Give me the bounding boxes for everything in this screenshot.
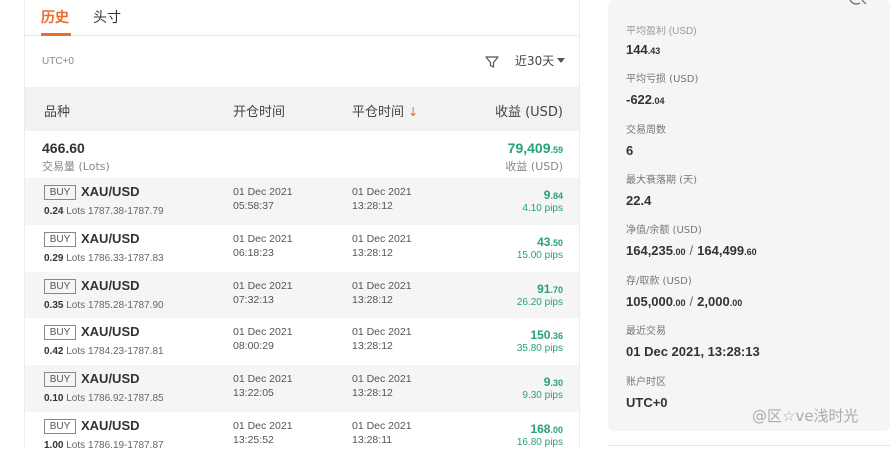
avg-profit-label: 平均盈利 (USD) [626, 26, 697, 37]
stat-last-trade: 最近交易 01 Dec 2021, 13:28:13 [626, 322, 760, 359]
search-icon[interactable] [848, 0, 868, 6]
table-row[interactable]: BUY XAU/USD 0.35 Lots 1785.28-1787.90 01… [25, 271, 579, 319]
lots-info: 0.35 Lots 1785.28-1787.90 [44, 299, 164, 311]
symbol: XAU/USD [81, 417, 140, 433]
table-row[interactable]: BUY XAU/USD 0.29 Lots 1786.33-1787.83 01… [25, 224, 579, 272]
trade-weeks-label: 交易周数 [626, 125, 666, 136]
open-time: 01 Dec 2021 13:25:52 [233, 419, 293, 446]
stat-equity-balance: 净值/余额 (USD) 164,235.00/164,499.60 [626, 221, 757, 258]
account-timezone-value: UTC+0 [626, 395, 668, 410]
tab-size[interactable]: 头寸 [93, 7, 121, 27]
open-time: 01 Dec 2021 13:22:05 [233, 373, 293, 400]
trade-pips: 9.30 pips [522, 390, 563, 402]
symbol: XAU/USD [81, 230, 140, 246]
trade-pips: 4.10 pips [522, 203, 563, 214]
deposit-withdraw-value: 105,000.00/2,000.00 [626, 294, 743, 309]
stat-avg-profit: 144.43 [626, 42, 660, 57]
col-close-time[interactable]: 平仓时间 ↓ [352, 101, 418, 120]
trade-pips: 16.80 pips [516, 436, 563, 448]
trade-weeks-value: 6 [626, 143, 634, 158]
close-time: 01 Dec 2021 13:28:12 [352, 186, 412, 212]
lots-info: 0.24 Lots 1787.38-1787.79 [44, 206, 164, 217]
trade-profit: 9.84 [543, 188, 563, 202]
lots-info: 1.00 Lots 1786.19-1787.87 [44, 439, 164, 449]
col-symbol: 品种 [44, 105, 71, 120]
filter-icon[interactable] [484, 54, 500, 70]
timezone-label: UTC+0 [42, 56, 74, 67]
side-badge: BUY [44, 231, 76, 247]
total-profit: 79,409.59 [507, 140, 563, 156]
side-badge: BUY [44, 278, 76, 294]
avg-loss-value: -622.04 [626, 92, 665, 107]
period-label: 近30天 [515, 54, 555, 68]
avg-profit-value: 144.43 [626, 42, 661, 57]
deposit-withdraw-label: 存/取款 (USD) [626, 276, 692, 287]
filter-row: UTC+0 近30天 [25, 36, 579, 86]
trade-profit: 43.50 [537, 234, 563, 249]
table-row[interactable]: BUY XAU/USD 0.10 Lots 1786.92-1787.85 01… [25, 365, 579, 412]
table-row[interactable]: BUY XAU/USD 0.42 Lots 1784.23-1787.81 01… [25, 318, 579, 366]
stat-max-drawdown: 最大衰落期 (天) 22.4 [626, 171, 697, 208]
trade-profit: 150.36 [530, 328, 563, 343]
stat-account-timezone: 账户时区 UTC+0 [626, 373, 668, 410]
trade-profit: 168.00 [530, 421, 563, 436]
lots-info: 0.42 Lots 1784.23-1787.81 [44, 346, 164, 358]
divider [608, 445, 890, 449]
summary-row: 466.60 交易量 (Lots) 79,409.59 收益 (USD) [25, 131, 579, 178]
close-time: 01 Dec 2021 13:28:12 [352, 373, 412, 400]
total-profit-label: 收益 (USD) [505, 160, 563, 173]
period-dropdown[interactable]: 近30天 [515, 52, 566, 69]
table-header: 品种 开仓时间 平仓时间 ↓ 收益 (USD) [25, 87, 579, 131]
equity-balance-label: 净值/余额 (USD) [626, 225, 702, 236]
open-time: 01 Dec 2021 06:18:23 [233, 232, 293, 259]
trade-pips: 35.80 pips [516, 343, 563, 355]
open-time: 01 Dec 2021 08:00:29 [233, 326, 293, 353]
trade-pips: 15.00 pips [516, 249, 563, 261]
avg-loss-label: 平均亏损 (USD) [626, 74, 699, 85]
stat-trade-weeks: 交易周数 6 [626, 121, 666, 158]
account-timezone-label: 账户时区 [626, 377, 666, 388]
chevron-down-icon [557, 58, 566, 63]
last-trade-label: 最近交易 [626, 326, 666, 337]
watermark: @区☆ve浅时光 [752, 407, 859, 425]
table-row[interactable]: BUY XAU/USD 1.00 Lots 1786.19-1787.87 01… [25, 411, 579, 449]
symbol: XAU/USD [81, 324, 140, 340]
account-stats-panel: 平均盈利 (USD) 144.43 平均亏损 (USD) -622.04 交易周… [608, 0, 890, 431]
lots-info: 0.29 Lots 1786.33-1787.83 [44, 252, 164, 264]
tab-history[interactable]: 历史 [41, 7, 69, 27]
total-volume-label: 交易量 (Lots) [42, 160, 110, 173]
close-time: 01 Dec 2021 13:28:12 [352, 279, 412, 306]
side-badge: BUY [44, 372, 76, 388]
close-time: 01 Dec 2021 13:28:12 [352, 326, 412, 353]
arrow-down-icon: ↓ [408, 105, 419, 119]
lots-info: 0.10 Lots 1786.92-1787.85 [44, 393, 164, 405]
max-drawdown-label: 最大衰落期 (天) [626, 175, 697, 186]
side-badge: BUY [44, 185, 76, 200]
side-badge: BUY [44, 418, 76, 434]
total-volume: 466.60 [42, 140, 85, 156]
symbol: XAU/USD [81, 371, 140, 387]
side-badge: BUY [44, 325, 76, 341]
close-time: 01 Dec 2021 13:28:12 [352, 232, 412, 259]
trade-profit: 9.30 [543, 375, 563, 390]
col-open-time[interactable]: 开仓时间 [233, 101, 285, 120]
open-time: 01 Dec 2021 05:58:37 [233, 186, 293, 212]
close-time: 01 Dec 2021 13:28:11 [352, 419, 412, 446]
table-row[interactable]: BUY XAU/USD 0.24 Lots 1787.38-1787.79 01… [25, 178, 579, 225]
symbol: XAU/USD [81, 277, 140, 293]
stat-deposit-withdraw: 存/取款 (USD) 105,000.00/2,000.00 [626, 272, 742, 309]
equity-balance-value: 164,235.00/164,499.60 [626, 243, 757, 258]
col-close-time-label: 平仓时间 [352, 105, 405, 120]
trade-pips: 26.20 pips [516, 296, 563, 308]
open-time: 01 Dec 2021 07:32:13 [233, 279, 293, 306]
col-profit[interactable]: 收益 (USD) [495, 101, 563, 120]
max-drawdown-value: 22.4 [626, 193, 652, 208]
trade-profit: 91.70 [537, 281, 563, 296]
stat-avg-loss: 平均亏损 (USD) -622.04 [626, 70, 698, 107]
trade-list: BUY XAU/USD 0.24 Lots 1787.38-1787.79 01… [25, 178, 579, 449]
tab-bar: 历史 头寸 [25, 0, 579, 36]
trade-history-panel: 历史 头寸 UTC+0 近30天 品种 开仓时间 平仓时间 ↓ 收益 (USD)… [24, 0, 580, 449]
symbol: XAU/USD [81, 184, 140, 199]
last-trade-value: 01 Dec 2021, 13:28:13 [626, 344, 760, 359]
